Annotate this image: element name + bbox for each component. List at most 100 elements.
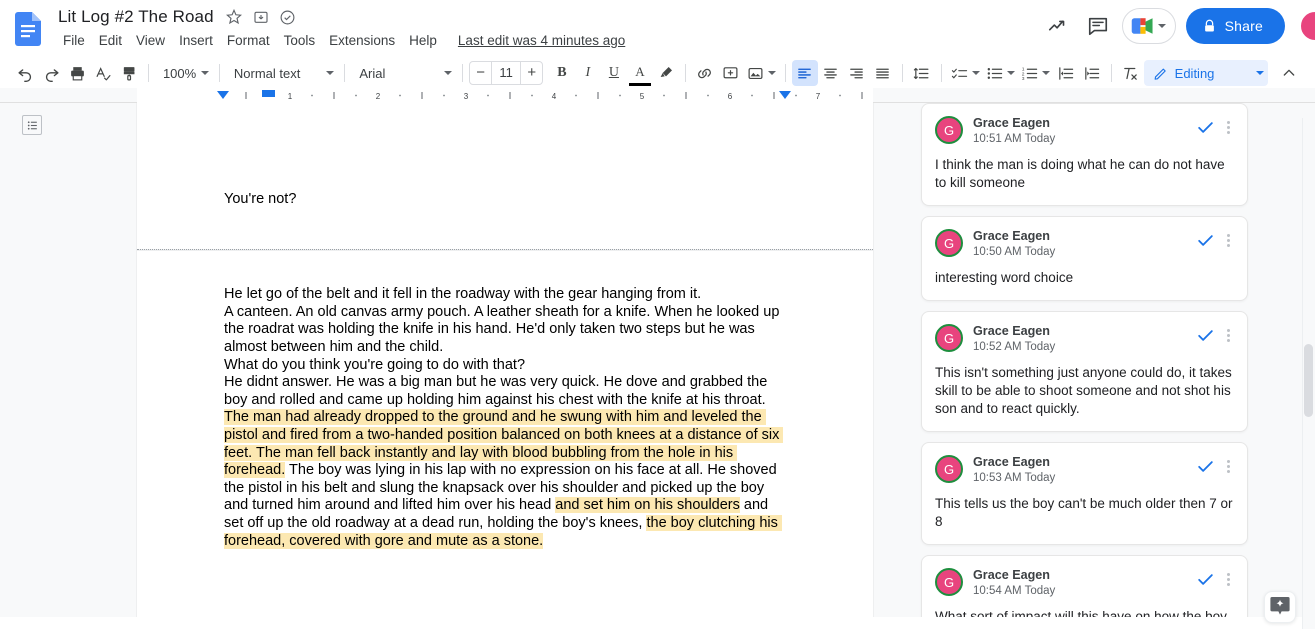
- meet-button[interactable]: [1122, 8, 1176, 44]
- font-size-increase[interactable]: +: [521, 62, 542, 84]
- numbered-list-button[interactable]: 123: [1018, 60, 1053, 86]
- resolve-comment-icon[interactable]: [1196, 231, 1215, 255]
- chevron-down-icon: [444, 71, 452, 75]
- svg-text:7: 7: [816, 92, 821, 101]
- comment-more-options-icon[interactable]: [1223, 231, 1234, 250]
- paragraph-style-value: Normal text: [234, 66, 322, 81]
- cloud-saved-icon[interactable]: [279, 8, 297, 26]
- align-left-button[interactable]: [792, 60, 818, 86]
- comment-header: G Grace Eagen 10:50 AM Today: [935, 229, 1234, 259]
- spellcheck-button[interactable]: [90, 60, 116, 86]
- left-indent-marker[interactable]: [217, 91, 229, 99]
- toolbar-divider: [148, 64, 149, 82]
- add-comment-button[interactable]: [718, 60, 744, 86]
- font-family-select[interactable]: Arial: [351, 60, 456, 86]
- toolbar-divider: [685, 64, 686, 82]
- comment-card[interactable]: G Grace Eagen 10:51 AM Today I think the…: [921, 103, 1248, 206]
- menu-view[interactable]: View: [129, 31, 172, 50]
- menu-insert[interactable]: Insert: [172, 31, 220, 50]
- document-page-1[interactable]: You're not? No. I aint. You think I wont…: [137, 103, 873, 249]
- comment-card[interactable]: G Grace Eagen 10:50 AM Today interesting…: [921, 216, 1248, 301]
- document-outline-button[interactable]: [22, 115, 42, 135]
- move-to-folder-icon[interactable]: [252, 8, 270, 26]
- menu-format[interactable]: Format: [220, 31, 277, 50]
- comment-more-options-icon[interactable]: [1223, 457, 1234, 476]
- text-color-button[interactable]: A: [627, 60, 653, 86]
- comment-card[interactable]: G Grace Eagen 10:54 AM Today What sort o…: [921, 555, 1248, 617]
- font-size-stepper[interactable]: − 11 +: [469, 61, 543, 85]
- menu-file[interactable]: File: [56, 31, 92, 50]
- page2-text[interactable]: He let go of the belt and it fell in the…: [224, 251, 790, 617]
- resolve-comment-icon[interactable]: [1196, 118, 1215, 142]
- insert-image-button[interactable]: [744, 60, 779, 86]
- print-button[interactable]: [64, 60, 90, 86]
- share-button[interactable]: Share: [1186, 8, 1285, 44]
- comment-more-options-icon[interactable]: [1223, 118, 1234, 137]
- svg-text:5: 5: [640, 92, 645, 101]
- comment-header: G Grace Eagen 10:52 AM Today: [935, 324, 1234, 354]
- svg-text:4: 4: [552, 92, 557, 101]
- font-size-decrease[interactable]: −: [470, 62, 491, 84]
- highlight-color-button[interactable]: [653, 60, 679, 86]
- menu-tools[interactable]: Tools: [277, 31, 323, 50]
- comment-more-options-icon[interactable]: [1223, 326, 1234, 345]
- right-indent-marker[interactable]: [779, 91, 791, 99]
- font-size-input[interactable]: 11: [491, 62, 521, 84]
- font-family-value: Arial: [359, 66, 440, 81]
- activity-dashboard-icon[interactable]: [1038, 6, 1078, 46]
- paint-format-button[interactable]: [116, 60, 142, 86]
- comment-more-options-icon[interactable]: [1223, 570, 1234, 589]
- comment-body: This tells us the boy can't be much olde…: [935, 495, 1234, 531]
- toolbar-divider: [1111, 64, 1112, 82]
- avatar: G: [935, 116, 963, 144]
- align-right-button[interactable]: [844, 60, 870, 86]
- comment-meta: Grace Eagen 10:51 AM Today: [973, 116, 1186, 146]
- comment-history-icon[interactable]: [1078, 6, 1118, 46]
- increase-indent-button[interactable]: [1079, 60, 1105, 86]
- menu-help[interactable]: Help: [402, 31, 444, 50]
- undo-button[interactable]: [12, 60, 38, 86]
- checklist-button[interactable]: [948, 60, 983, 86]
- ruler[interactable]: 1 1 2 3 4 5 6 7: [0, 88, 1315, 103]
- vertical-scrollbar-thumb[interactable]: [1304, 344, 1313, 417]
- comment-body: I think the man is doing what he can do …: [935, 156, 1234, 192]
- zoom-select[interactable]: 100%: [155, 60, 213, 86]
- resolve-comment-icon[interactable]: [1196, 326, 1215, 350]
- gemini-assist-button[interactable]: [1264, 591, 1296, 623]
- resolve-comment-icon[interactable]: [1196, 570, 1215, 594]
- star-icon[interactable]: [225, 8, 243, 26]
- svg-text:3: 3: [1021, 75, 1024, 81]
- comment-actions: [1196, 229, 1234, 255]
- bulleted-list-button[interactable]: [983, 60, 1018, 86]
- underline-button[interactable]: U: [601, 60, 627, 86]
- menu-edit[interactable]: Edit: [92, 31, 129, 50]
- svg-text:3: 3: [464, 92, 469, 101]
- menu-extensions[interactable]: Extensions: [322, 31, 402, 50]
- docs-logo-icon: [12, 8, 44, 50]
- doc-line: You're not?: [224, 191, 790, 209]
- chevron-down-icon: [1158, 24, 1166, 28]
- comment-card[interactable]: G Grace Eagen 10:53 AM Today This tells …: [921, 442, 1248, 545]
- comment-card[interactable]: G Grace Eagen 10:52 AM Today This isn't …: [921, 311, 1248, 432]
- insert-link-button[interactable]: [692, 60, 718, 86]
- align-justify-button[interactable]: [870, 60, 896, 86]
- italic-button[interactable]: I: [575, 60, 601, 86]
- svg-text:1: 1: [288, 92, 293, 101]
- line-spacing-button[interactable]: [909, 60, 935, 86]
- clear-formatting-button[interactable]: [1118, 60, 1144, 86]
- align-center-button[interactable]: [818, 60, 844, 86]
- decrease-indent-button[interactable]: [1053, 60, 1079, 86]
- editing-mode-select[interactable]: Editing: [1144, 60, 1269, 86]
- first-line-indent-marker[interactable]: [262, 90, 275, 97]
- toolbar-divider: [941, 64, 942, 82]
- document-title[interactable]: Lit Log #2 The Road: [56, 6, 216, 28]
- last-edit-status[interactable]: Last edit was 4 minutes ago: [458, 33, 625, 48]
- resolve-comment-icon[interactable]: [1196, 457, 1215, 481]
- collapse-toolbar-button[interactable]: [1276, 60, 1301, 86]
- paragraph-style-select[interactable]: Normal text: [226, 60, 338, 86]
- vertical-scrollbar-track[interactable]: [1302, 118, 1315, 629]
- account-avatar[interactable]: [1299, 10, 1315, 42]
- document-page-2[interactable]: He let go of the belt and it fell in the…: [137, 251, 873, 617]
- redo-button[interactable]: [38, 60, 64, 86]
- bold-button[interactable]: B: [549, 60, 575, 86]
